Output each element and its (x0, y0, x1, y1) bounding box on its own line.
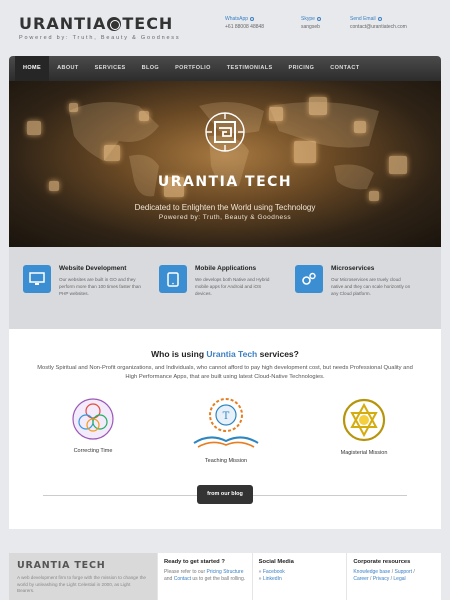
client-name: Teaching Mission (204, 458, 248, 464)
light-glow (69, 103, 78, 112)
footer-corporate: Corporate resources Knowledge base / Sup… (346, 553, 442, 600)
brand-name-b: TECH (122, 14, 174, 33)
light-glow (104, 145, 120, 161)
light-glow (294, 141, 316, 163)
career-link[interactable]: Career (353, 576, 368, 582)
corporate-links: Knowledge base / Support / Career / Priv… (353, 569, 415, 582)
contact-skype: Skype sangseb (301, 15, 321, 31)
privacy-link[interactable]: Privacy (373, 576, 389, 582)
ready-text: Please refer to our (164, 569, 207, 575)
hero-banner: URANTIA TECH Dedicated to Enlighten the … (9, 81, 441, 247)
contact-value[interactable]: +61 88008 48848 (225, 23, 264, 31)
service-title: Microservices (331, 265, 375, 272)
footer-ready: Ready to get started ? Please refer to o… (157, 553, 252, 600)
ready-text: and (164, 576, 174, 582)
nav-contact[interactable]: CONTACT (322, 56, 367, 81)
brand-tagline: Powered by: Truth, Beauty & Goodness (19, 35, 181, 41)
service-title: Mobile Applications (195, 265, 257, 272)
skype-icon (316, 16, 321, 21)
whatsapp-icon (250, 16, 255, 21)
footer-ready-text: Please refer to our Pricing Structure an… (164, 569, 246, 583)
nav-home[interactable]: HOME (15, 56, 50, 81)
tablet-icon (159, 265, 187, 293)
footer-about: URANTIA TECH A web development firm to f… (9, 553, 157, 600)
support-link[interactable]: Support (395, 569, 413, 575)
client-magisterial-mission[interactable]: Magisterial Mission (334, 397, 394, 456)
social-link-facebook[interactable]: » Facebook (259, 569, 341, 576)
who-description: Mostly Spiritual and Non-Profit organiza… (37, 365, 413, 380)
light-glow (309, 97, 327, 115)
light-glow (27, 121, 41, 135)
nav-services[interactable]: SERVICES (87, 56, 134, 81)
nav-pricing[interactable]: PRICING (281, 56, 323, 81)
main-nav: HOME ABOUT SERVICES BLOG PORTFOLIO TESTI… (9, 56, 441, 81)
contact-email: Send Email contact@urantiatech.com (350, 15, 407, 31)
legal-link[interactable]: Legal (393, 576, 405, 582)
nav-about[interactable]: ABOUT (49, 56, 87, 81)
nav-blog[interactable]: BLOG (134, 56, 168, 81)
footer-logo[interactable]: URANTIA TECH (17, 560, 149, 571)
knowledge-base-link[interactable]: Knowledge base (353, 569, 390, 575)
site-header: URANTIA TECH Powered by: Truth, Beauty &… (9, 0, 441, 56)
who-heading-post: services? (257, 349, 299, 359)
magisterial-mission-logo (342, 398, 386, 442)
pricing-link[interactable]: Pricing Structure (207, 569, 244, 575)
client-teaching-mission[interactable]: T Teaching Mission (184, 393, 268, 464)
contact-value[interactable]: contact@urantiatech.com (350, 23, 407, 31)
footer-about-text: A web development firm to forge with the… (17, 575, 146, 593)
light-glow (369, 191, 379, 201)
footer-social-title: Social Media (258, 559, 294, 565)
service-mobile[interactable]: Mobile Applications We develops both Nat… (159, 265, 295, 329)
brand-emblem-icon (107, 16, 122, 31)
who-heading-brand[interactable]: Urantia Tech (206, 349, 257, 359)
services-section: Website Development Our websites are bui… (9, 247, 441, 329)
service-microservices[interactable]: Microservices Our Microservices are true… (295, 265, 431, 329)
nav-testimonials[interactable]: TESTIMONIALS (219, 56, 281, 81)
brand-logo[interactable]: URANTIA TECH Powered by: Truth, Beauty &… (19, 14, 180, 41)
who-section: Who is using Urantia Tech services? Most… (9, 329, 441, 529)
email-icon (377, 16, 382, 21)
contact-value[interactable]: sangseb (301, 23, 321, 31)
contact-label: Skype (301, 16, 315, 22)
gears-icon (295, 265, 323, 293)
service-text: Our websites are built in GO and they pe… (59, 277, 141, 296)
teaching-mission-logo: T (193, 398, 259, 448)
hero-subtitle: Dedicated to Enlighten the World using T… (134, 203, 316, 212)
client-name: Magisterial Mission (340, 450, 388, 456)
ready-text: us to get the ball rolling. (190, 576, 246, 582)
who-heading: Who is using Urantia Tech services? (9, 349, 441, 359)
svg-text:T: T (223, 411, 230, 422)
contact-label: WhatsApp (225, 16, 249, 22)
light-glow (389, 156, 407, 174)
service-text: Our Microservices are truely cloud nativ… (331, 277, 411, 296)
brand-name-a: URANTIA (19, 14, 107, 33)
footer-corporate-title: Corporate resources (353, 559, 411, 565)
linkedin-link[interactable]: LinkedIn (263, 576, 282, 582)
client-name: Correcting Time (73, 448, 113, 454)
contact-label: Send Email (350, 16, 376, 22)
light-glow (354, 121, 366, 133)
page: URANTIA TECH Powered by: Truth, Beauty &… (9, 0, 442, 600)
footer-ready-title: Ready to get started ? (164, 559, 225, 565)
site-footer: URANTIA TECH A web development firm to f… (9, 553, 442, 600)
client-correcting-time[interactable]: Correcting Time (63, 397, 123, 454)
light-glow (139, 111, 149, 121)
footer-social: Social Media » Facebook » LinkedIn (251, 553, 347, 600)
nav-portfolio[interactable]: PORTFOLIO (167, 56, 219, 81)
light-glow (269, 107, 283, 121)
contact-whatsapp: WhatsApp +61 88008 48848 (225, 15, 264, 31)
who-heading-pre: Who is using (151, 349, 207, 359)
brand-emblem-icon (205, 112, 245, 152)
hero-tagline: Powered by: Truth, Beauty & Goodness (158, 214, 292, 221)
blog-button[interactable]: from our blog (197, 485, 253, 504)
monitor-icon (23, 265, 51, 293)
hero-title: URANTIA TECH (157, 174, 293, 190)
service-text: We develops both Native and Hybrid mobil… (195, 277, 270, 296)
social-link-linkedin[interactable]: » LinkedIn (259, 576, 341, 583)
service-title: Website Development (59, 265, 127, 272)
correcting-time-logo (72, 398, 114, 440)
service-website[interactable]: Website Development Our websites are bui… (23, 265, 159, 329)
facebook-link[interactable]: Facebook (263, 569, 285, 575)
contact-link[interactable]: Contact (174, 576, 191, 582)
